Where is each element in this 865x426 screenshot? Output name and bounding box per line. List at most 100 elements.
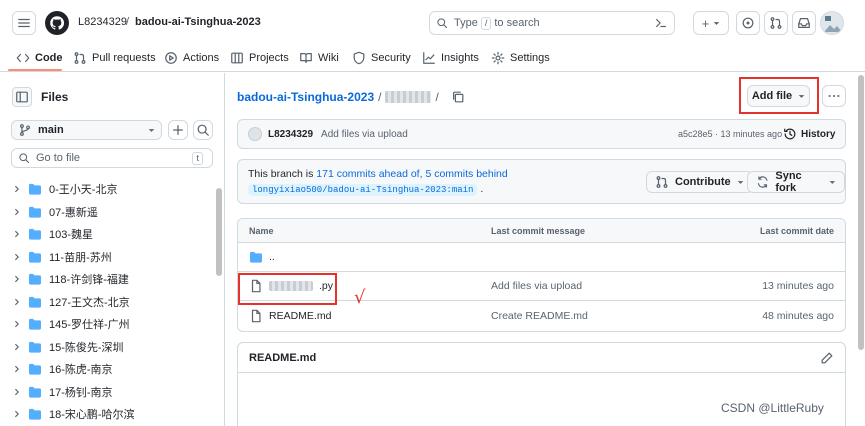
tab-insights[interactable]: Insights bbox=[422, 50, 479, 66]
latest-commit-bar: L8234329 Add files via upload a5c28e5 · … bbox=[237, 119, 846, 149]
history-button[interactable]: History bbox=[783, 127, 835, 141]
breadcrumb-separator: / bbox=[435, 90, 439, 104]
commits-behind-link[interactable]: 5 commits behind bbox=[425, 168, 507, 180]
commits-ahead-link[interactable]: 171 commits ahead of, bbox=[316, 168, 422, 180]
notifications-button[interactable] bbox=[792, 11, 816, 35]
search-placeholder-prefix: Type bbox=[454, 17, 478, 29]
sidebar-folder-item[interactable]: 145-罗仕祥-广州 bbox=[0, 313, 213, 336]
sidebar-folder-label: 18-宋心鹏-哈尔滨 bbox=[49, 409, 135, 422]
avatar[interactable] bbox=[820, 11, 844, 35]
hamburger-icon bbox=[18, 18, 30, 28]
chevron-right-icon bbox=[15, 298, 19, 305]
commit-message[interactable]: Add files via upload bbox=[321, 129, 408, 140]
terminal-icon bbox=[656, 18, 666, 28]
search-files-button[interactable] bbox=[193, 120, 213, 140]
file-name[interactable]: README.md bbox=[269, 310, 331, 322]
crumb-separator: / bbox=[126, 16, 130, 28]
chevron-right-icon bbox=[15, 366, 19, 373]
copy-path-icon[interactable] bbox=[451, 90, 465, 104]
upstream-ref[interactable]: longyixiao500/badou-ai-Tsinghua-2023:mai… bbox=[248, 184, 478, 196]
column-header-date: Last commit date bbox=[759, 225, 834, 236]
tab-label: Settings bbox=[510, 52, 550, 64]
readme-title: README.md bbox=[249, 351, 317, 364]
sidebar-folder-item[interactable]: 07-惠新遥 bbox=[0, 201, 213, 224]
issue-icon bbox=[742, 17, 754, 29]
upstream-ref-suffix: . bbox=[480, 183, 484, 195]
commit-author[interactable]: L8234329 bbox=[268, 129, 313, 140]
chevron-right-icon bbox=[15, 321, 19, 328]
pencil-icon[interactable] bbox=[820, 351, 834, 365]
plus-icon bbox=[173, 125, 183, 135]
parent-directory-row[interactable]: .. bbox=[238, 243, 845, 272]
folder-icon bbox=[29, 184, 41, 195]
sidebar-folder-item[interactable]: 17-杨钊-南京 bbox=[0, 381, 213, 404]
tab-label: Code bbox=[35, 52, 63, 64]
chevron-right-icon bbox=[15, 231, 19, 238]
branch-status-prefix: This branch is bbox=[248, 168, 314, 180]
sidebar-folder-item[interactable]: 0-王小天-北京 bbox=[0, 178, 213, 201]
play-icon bbox=[165, 52, 177, 64]
chevron-down-icon bbox=[148, 128, 155, 132]
go-to-file-input[interactable]: Go to file t bbox=[11, 148, 213, 168]
tab-security[interactable]: Security bbox=[352, 50, 411, 66]
file-icon bbox=[251, 309, 261, 322]
menu-button[interactable] bbox=[12, 11, 36, 35]
sidebar-scrollbar[interactable] bbox=[216, 188, 222, 276]
sidebar-folder-item[interactable]: 118-许剑锋-福建 bbox=[0, 268, 213, 291]
add-file-button[interactable]: Add file bbox=[747, 85, 810, 107]
folder-icon bbox=[250, 251, 262, 263]
more-options-button[interactable] bbox=[822, 85, 846, 107]
branch-name: main bbox=[38, 124, 64, 136]
parent-directory-label: .. bbox=[269, 251, 275, 263]
create-new-button[interactable]: + bbox=[693, 11, 729, 35]
folder-icon bbox=[29, 251, 41, 263]
file-commit-message[interactable]: Add files via upload bbox=[491, 280, 582, 292]
chevron-right-icon bbox=[15, 411, 19, 418]
tab-settings[interactable]: Settings bbox=[491, 50, 550, 66]
branch-selector[interactable]: main bbox=[11, 120, 162, 140]
issues-button[interactable] bbox=[736, 11, 760, 35]
sidebar-folder-label: 15-陈俊先-深圳 bbox=[49, 341, 124, 354]
top-header: L8234329 / badou-ai-Tsinghua-2023 Type /… bbox=[0, 0, 865, 45]
search-icon bbox=[437, 18, 448, 29]
sidebar-folder-item[interactable]: 15-陈俊先-深圳 bbox=[0, 336, 213, 359]
page-scrollbar[interactable] bbox=[858, 75, 864, 350]
sidebar-folder-item[interactable]: 16-陈虎-南京 bbox=[0, 358, 213, 381]
commit-meta[interactable]: a5c28e5 · 13 minutes ago bbox=[678, 129, 782, 139]
sidebar-folder-item[interactable]: 103-魏星 bbox=[0, 223, 213, 246]
contribute-button[interactable]: Contribute bbox=[646, 171, 753, 193]
sync-fork-button[interactable]: Sync fork bbox=[747, 170, 845, 194]
breadcrumb-repo-link[interactable]: badou-ai-Tsinghua-2023 bbox=[237, 90, 374, 104]
tab-actions[interactable]: Actions bbox=[164, 50, 219, 66]
search-icon bbox=[197, 124, 209, 136]
tab-label: Projects bbox=[249, 52, 289, 64]
pull-request-icon bbox=[656, 176, 668, 188]
file-tree-sidebar: Files main Go to file t 0-王小天-北京 07-惠新遥 10… bbox=[0, 73, 225, 426]
uploaded-file-highlight bbox=[238, 273, 337, 305]
tab-code[interactable]: Code bbox=[16, 50, 63, 66]
sidebar-header: Files bbox=[12, 87, 68, 107]
sidebar-folder-label: 17-杨钊-南京 bbox=[49, 386, 113, 399]
file-commit-message[interactable]: Create README.md bbox=[491, 310, 588, 322]
chevron-right-icon bbox=[15, 343, 19, 350]
table-row[interactable]: README.md Create README.md 48 minutes ag… bbox=[238, 301, 845, 330]
annotation-checkmark: √ bbox=[354, 287, 366, 308]
add-file-sidebar-button[interactable] bbox=[168, 120, 188, 140]
pull-requests-button[interactable] bbox=[764, 11, 788, 35]
sidebar-folder-item[interactable]: 18-宋心鹏-哈尔滨 bbox=[0, 403, 213, 426]
sidebar-folder-item[interactable]: 127-王文杰-北京 bbox=[0, 291, 213, 314]
tab-projects[interactable]: Projects bbox=[230, 50, 289, 66]
tab-wiki[interactable]: Wiki bbox=[299, 50, 339, 66]
owner-link[interactable]: L8234329 bbox=[78, 16, 127, 28]
chevron-right-icon bbox=[15, 276, 19, 283]
tab-pull-requests[interactable]: Pull requests bbox=[73, 50, 156, 66]
plus-icon: + bbox=[701, 15, 710, 31]
command-palette-button[interactable] bbox=[651, 14, 671, 32]
github-logo-icon[interactable] bbox=[45, 11, 69, 35]
folder-icon bbox=[29, 206, 41, 218]
inbox-icon bbox=[798, 18, 810, 28]
search-input[interactable]: Type / to search bbox=[429, 11, 675, 35]
collapse-sidebar-button[interactable] bbox=[12, 87, 32, 107]
sidebar-folder-item[interactable]: 11-苗朋-苏州 bbox=[0, 246, 213, 269]
repo-link[interactable]: badou-ai-Tsinghua-2023 bbox=[135, 16, 261, 28]
